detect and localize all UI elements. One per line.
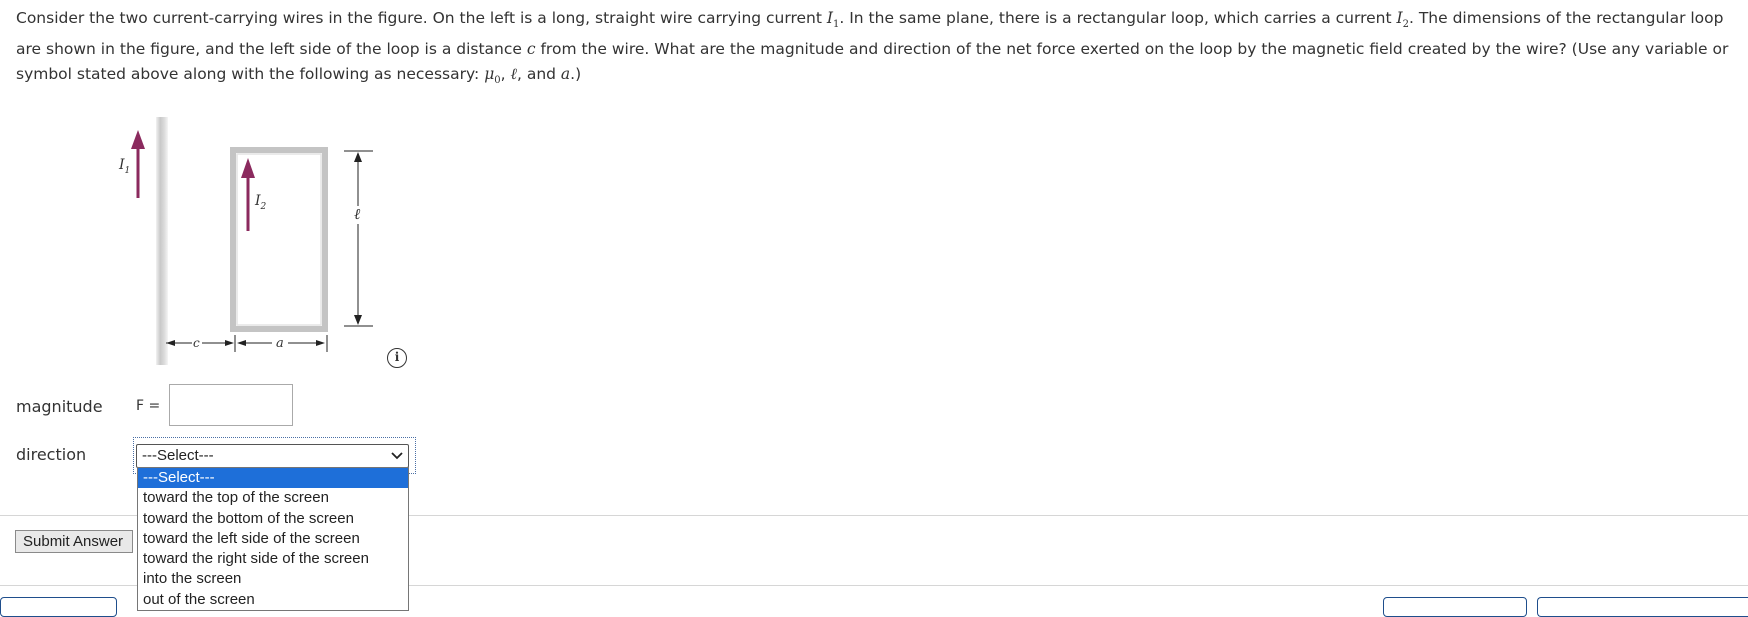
c-a-dimension xyxy=(166,335,328,352)
direction-option[interactable]: toward the bottom of the screen xyxy=(138,509,408,529)
bottom-nav-button[interactable] xyxy=(0,597,117,617)
direction-option[interactable]: toward the top of the screen xyxy=(138,488,408,508)
direction-option[interactable]: toward the left side of the screen xyxy=(138,529,408,549)
i1-symbol: I1 xyxy=(826,9,840,30)
c-label: c xyxy=(193,336,200,350)
ell-dimension xyxy=(344,150,373,327)
i1-arrow-icon xyxy=(131,130,145,198)
straight-wire xyxy=(156,117,168,365)
force-symbol-label: F = xyxy=(136,398,161,414)
mu0-symbol: μ0 xyxy=(484,65,501,86)
ell-label: ℓ xyxy=(354,205,360,223)
direction-option[interactable]: out of the screen xyxy=(138,590,408,610)
c-symbol: c xyxy=(526,40,536,58)
i1-label: I1 xyxy=(118,157,130,176)
direction-option[interactable]: ---Select--- xyxy=(138,468,408,489)
submit-answer-button[interactable]: Submit Answer xyxy=(15,530,133,553)
i2-symbol: I2 xyxy=(1396,9,1409,30)
magnitude-input[interactable] xyxy=(169,384,293,426)
direction-option[interactable]: into the screen xyxy=(138,569,408,589)
bottom-nav-button[interactable] xyxy=(1537,597,1748,617)
question-text: Consider the two current-carrying wires … xyxy=(16,9,1729,86)
direction-option[interactable]: toward the right side of the screen xyxy=(138,549,408,569)
info-icon[interactable]: i xyxy=(387,348,407,368)
magnitude-label: magnitude xyxy=(16,397,103,416)
direction-select[interactable]: ---Select--- xyxy=(136,444,409,468)
bottom-nav-button[interactable] xyxy=(1383,597,1527,617)
direction-label: direction xyxy=(16,445,87,464)
chevron-down-icon xyxy=(391,452,403,460)
wire-loop-figure: I1 I2 ℓ c a xyxy=(118,117,373,365)
a-label: a xyxy=(276,336,284,351)
a-symbol: a xyxy=(560,65,571,83)
direction-options-list[interactable]: ---Select--- toward the top of the scree… xyxy=(137,467,409,611)
direction-selected-value: ---Select--- xyxy=(142,447,214,464)
